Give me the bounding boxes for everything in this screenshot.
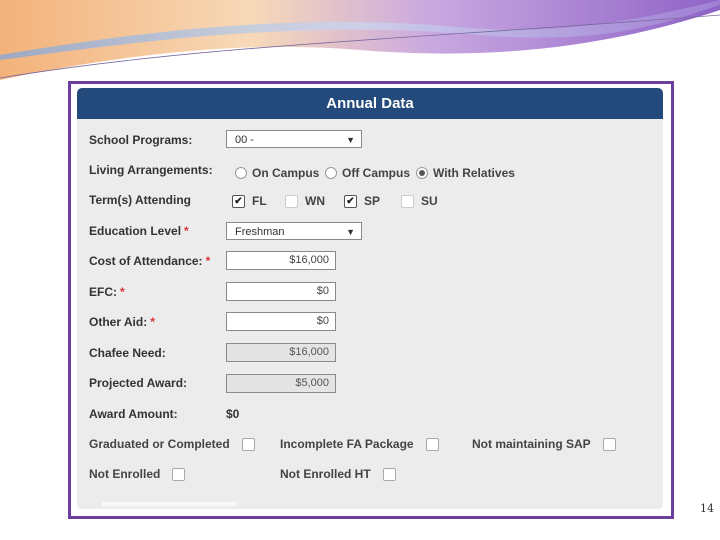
term-checkbox-fl[interactable]: ✔ FL [232, 194, 267, 208]
award-amount-label: Award Amount: [89, 407, 178, 421]
checkbox-icon [241, 437, 255, 451]
chafee-need-field: $16,000 [226, 343, 336, 362]
flag-label: Graduated or Completed [89, 437, 230, 451]
term-label: FL [252, 194, 267, 208]
decorative-swoosh [0, 0, 720, 80]
radio-label: With Relatives [433, 166, 515, 180]
screenshot-frame: Annual Data School Programs: 00 - ▼ Livi… [68, 81, 674, 519]
flag-graduated[interactable]: Graduated or Completed [89, 437, 255, 451]
other-aid-label: Other Aid: * [89, 315, 155, 329]
flag-not-enrolled[interactable]: Not Enrolled [89, 467, 186, 481]
checkbox-icon [401, 194, 414, 208]
chevron-down-icon: ▼ [346, 227, 355, 237]
flag-not-enrolled-ht[interactable]: Not Enrolled HT [280, 467, 396, 481]
flag-not-maintaining-sap[interactable]: Not maintaining SAP [472, 437, 616, 451]
term-checkbox-sp[interactable]: ✔ SP [344, 194, 380, 208]
living-arrangements-label: Living Arrangements: [89, 163, 213, 177]
school-programs-label: School Programs: [89, 133, 193, 147]
chevron-down-icon: ▼ [346, 135, 355, 145]
flag-incomplete-fa[interactable]: Incomplete FA Package [280, 437, 439, 451]
flag-label: Not maintaining SAP [472, 437, 591, 451]
efc-label: EFC: * [89, 285, 125, 299]
required-marker: * [184, 224, 189, 238]
cutoff-element [102, 502, 237, 506]
terms-label: Term(s) Attending [89, 193, 191, 207]
award-amount-value: $0 [226, 407, 240, 421]
school-programs-value: 00 - [235, 134, 254, 146]
cost-of-attendance-input[interactable]: $16,000 [226, 251, 336, 270]
checkbox-icon [602, 437, 616, 451]
radio-icon [235, 167, 247, 179]
required-marker: * [205, 254, 211, 268]
education-level-label: Education Level * [89, 224, 189, 238]
required-marker: * [150, 315, 155, 329]
education-level-value: Freshman [235, 226, 285, 238]
flag-label: Not Enrolled [89, 467, 161, 481]
term-label: WN [305, 194, 325, 208]
projected-award-field: $5,000 [226, 374, 336, 393]
flag-label: Not Enrolled HT [280, 467, 371, 481]
education-level-select[interactable]: Freshman ▼ [226, 222, 362, 240]
radio-on-campus[interactable]: On Campus [235, 166, 319, 180]
radio-selected-icon [416, 167, 428, 179]
checkbox-checked-icon: ✔ [232, 194, 245, 208]
term-checkbox-su[interactable]: SU [401, 194, 438, 208]
cost-of-attendance-label: Cost of Attendance: * [89, 254, 211, 268]
panel-header: Annual Data [77, 88, 663, 119]
school-programs-select[interactable]: 00 - ▼ [226, 130, 362, 148]
checkbox-icon [172, 467, 186, 481]
radio-with-relatives[interactable]: With Relatives [416, 166, 515, 180]
efc-input[interactable]: $0 [226, 282, 336, 301]
radio-icon [325, 167, 337, 179]
radio-off-campus[interactable]: Off Campus [325, 166, 410, 180]
radio-label: Off Campus [342, 166, 411, 180]
annual-data-panel: Annual Data School Programs: 00 - ▼ Livi… [77, 88, 663, 509]
term-label: SP [364, 194, 381, 208]
term-checkbox-wn[interactable]: WN [285, 194, 325, 208]
checkbox-icon [285, 194, 298, 208]
checkbox-checked-icon: ✔ [344, 194, 357, 208]
radio-label: On Campus [252, 166, 320, 180]
page-number: 14 [700, 502, 714, 515]
other-aid-input[interactable]: $0 [226, 312, 336, 331]
chafee-need-label: Chafee Need: [89, 346, 166, 360]
required-marker: * [120, 285, 125, 299]
term-label: SU [421, 194, 438, 208]
projected-award-label: Projected Award: [89, 376, 188, 390]
checkbox-icon [382, 467, 396, 481]
flag-label: Incomplete FA Package [280, 437, 414, 451]
checkbox-icon [425, 437, 439, 451]
